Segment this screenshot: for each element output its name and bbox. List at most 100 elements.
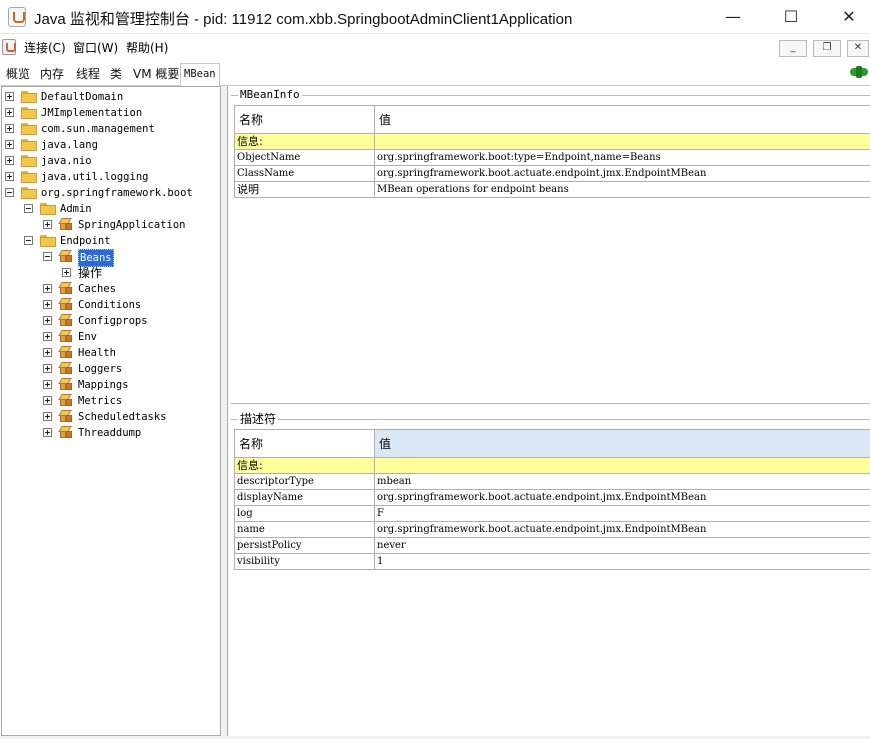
section-label: 信息: [234, 457, 375, 474]
cell-value: org.springframework.boot.actuate.endpoin… [374, 165, 870, 182]
mbean-icon [58, 394, 73, 407]
tree-node-label: Caches [78, 283, 116, 295]
collapse-icon[interactable] [24, 204, 33, 213]
tree-node-label: com.sun.management [41, 123, 155, 135]
table-row[interactable]: name org.springframework.boot.actuate.en… [234, 521, 870, 538]
cell-value: F [374, 505, 870, 522]
cell-value: org.springframework.boot.actuate.endpoin… [374, 521, 870, 538]
expand-icon[interactable] [43, 348, 52, 357]
collapse-icon[interactable] [5, 188, 14, 197]
mbean-icon [58, 218, 73, 231]
mbean-icon [58, 298, 73, 311]
mbeaninfo-title: MBeanInfo [238, 88, 302, 102]
tree-node-label: Configprops [78, 315, 148, 327]
tab-threads[interactable]: 线程 [73, 64, 103, 86]
table-row[interactable]: 说明 MBean operations for endpoint beans [234, 181, 870, 198]
mbean-icon [58, 330, 73, 343]
expand-icon[interactable] [5, 140, 14, 149]
expand-icon[interactable] [43, 332, 52, 341]
cell-value: mbean [374, 473, 870, 490]
tab-vm-summary[interactable]: VM 概要 [130, 64, 182, 86]
tree-node-label: DefaultDomain [41, 91, 124, 103]
collapse-icon[interactable] [43, 252, 52, 261]
section-row[interactable]: 信息: [234, 133, 870, 150]
expand-icon[interactable] [5, 108, 14, 117]
mbeaninfo-table[interactable]: 名称 值 信息: ObjectName org.springframework.… [234, 105, 870, 198]
expand-icon[interactable] [5, 156, 14, 165]
mbeaninfo-group: MBeanInfo 名称 值 信息: ObjectName org.spring… [231, 88, 870, 404]
table-row[interactable]: descriptorType mbean [234, 473, 870, 490]
tree-node-label: Health [78, 347, 116, 359]
cell-name: visibility [234, 553, 375, 570]
table-row[interactable]: ClassName org.springframework.boot.actua… [234, 165, 870, 182]
tree-node-label: 操作 [78, 266, 103, 280]
menu-connection[interactable]: 连接(C) [24, 39, 66, 56]
tree-node-label: java.nio [41, 155, 92, 167]
cell-value: MBean operations for endpoint beans [374, 181, 870, 198]
section-row[interactable]: 信息: [234, 457, 870, 474]
tree-node-label: Endpoint [60, 235, 111, 247]
expand-icon[interactable] [5, 92, 14, 101]
cell-name: log [234, 505, 375, 522]
descriptor-table[interactable]: 名称 值 信息: descriptorType mbean displayNam… [234, 429, 870, 570]
mbean-icon [58, 250, 73, 263]
collapse-icon[interactable] [24, 236, 33, 245]
mbean-icon [58, 314, 73, 327]
tab-classes[interactable]: 类 [107, 64, 125, 86]
close-button[interactable]: ✕ [826, 0, 870, 34]
tree-node-label: SpringApplication [78, 219, 186, 231]
menu-window[interactable]: 窗口(W) [73, 39, 118, 56]
expand-icon[interactable] [43, 428, 52, 437]
expand-icon[interactable] [43, 220, 52, 229]
tree-node-label: Metrics [78, 395, 123, 407]
java-icon [2, 39, 16, 55]
column-header-value[interactable]: 值 [374, 429, 870, 458]
expand-icon[interactable] [43, 412, 52, 421]
mbean-icon [58, 410, 73, 423]
expand-icon[interactable] [43, 316, 52, 325]
expand-icon[interactable] [43, 300, 52, 309]
tab-bar: 概览 内存 线程 类 VM 概要 MBean [0, 61, 870, 87]
table-row[interactable]: ObjectName org.springframework.boot:type… [234, 149, 870, 166]
cell-name: descriptorType [234, 473, 375, 490]
table-row[interactable]: persistPolicy never [234, 537, 870, 554]
section-label: 信息: [234, 133, 375, 150]
column-header-name[interactable]: 名称 [234, 429, 375, 458]
folder-icon [21, 107, 37, 119]
window-title: Java 监视和管理控制台 - pid: 11912 com.xbb.Sprin… [34, 11, 573, 28]
table-row[interactable]: visibility 1 [234, 553, 870, 570]
jconsole-window: Java 监视和管理控制台 - pid: 11912 com.xbb.Sprin… [0, 0, 870, 739]
folder-icon [21, 139, 37, 151]
expand-icon[interactable] [43, 364, 52, 373]
tab-memory[interactable]: 内存 [37, 64, 67, 86]
title-bar: Java 监视和管理控制台 - pid: 11912 com.xbb.Sprin… [0, 0, 870, 34]
table-row[interactable]: log F [234, 505, 870, 522]
menu-help[interactable]: 帮助(H) [126, 39, 168, 56]
mdi-restore-button[interactable]: ❐ [813, 40, 841, 57]
expand-icon[interactable] [5, 172, 14, 181]
folder-icon [21, 91, 37, 103]
tab-overview[interactable]: 概览 [3, 64, 33, 86]
minimize-button[interactable]: — [710, 0, 756, 34]
mdi-close-button[interactable]: ✕ [847, 40, 869, 57]
table-header: 名称 值 [234, 429, 870, 458]
tree-node-label: Env [78, 331, 97, 343]
menu-bar: 连接(C) 窗口(W) 帮助(H) [0, 35, 870, 59]
column-header-name[interactable]: 名称 [234, 105, 375, 134]
mdi-minimize-button[interactable]: _ [779, 40, 807, 57]
tab-mbean[interactable]: MBean [180, 63, 220, 87]
folder-icon [21, 155, 37, 167]
expand-icon[interactable] [43, 396, 52, 405]
mbean-icon [58, 282, 73, 295]
folder-icon [40, 203, 56, 215]
expand-icon[interactable] [62, 268, 71, 277]
table-row[interactable]: displayName org.springframework.boot.act… [234, 489, 870, 506]
maximize-button[interactable]: ☐ [768, 0, 814, 34]
column-header-value[interactable]: 值 [374, 105, 870, 134]
cell-value: never [374, 537, 870, 554]
expand-icon[interactable] [5, 124, 14, 133]
expand-icon[interactable] [43, 284, 52, 293]
mbean-tree[interactable]: DefaultDomain JMImplementation com.sun.man… [1, 86, 221, 736]
mbean-detail-pane: MBeanInfo 名称 值 信息: ObjectName org.spring… [227, 86, 870, 737]
expand-icon[interactable] [43, 380, 52, 389]
